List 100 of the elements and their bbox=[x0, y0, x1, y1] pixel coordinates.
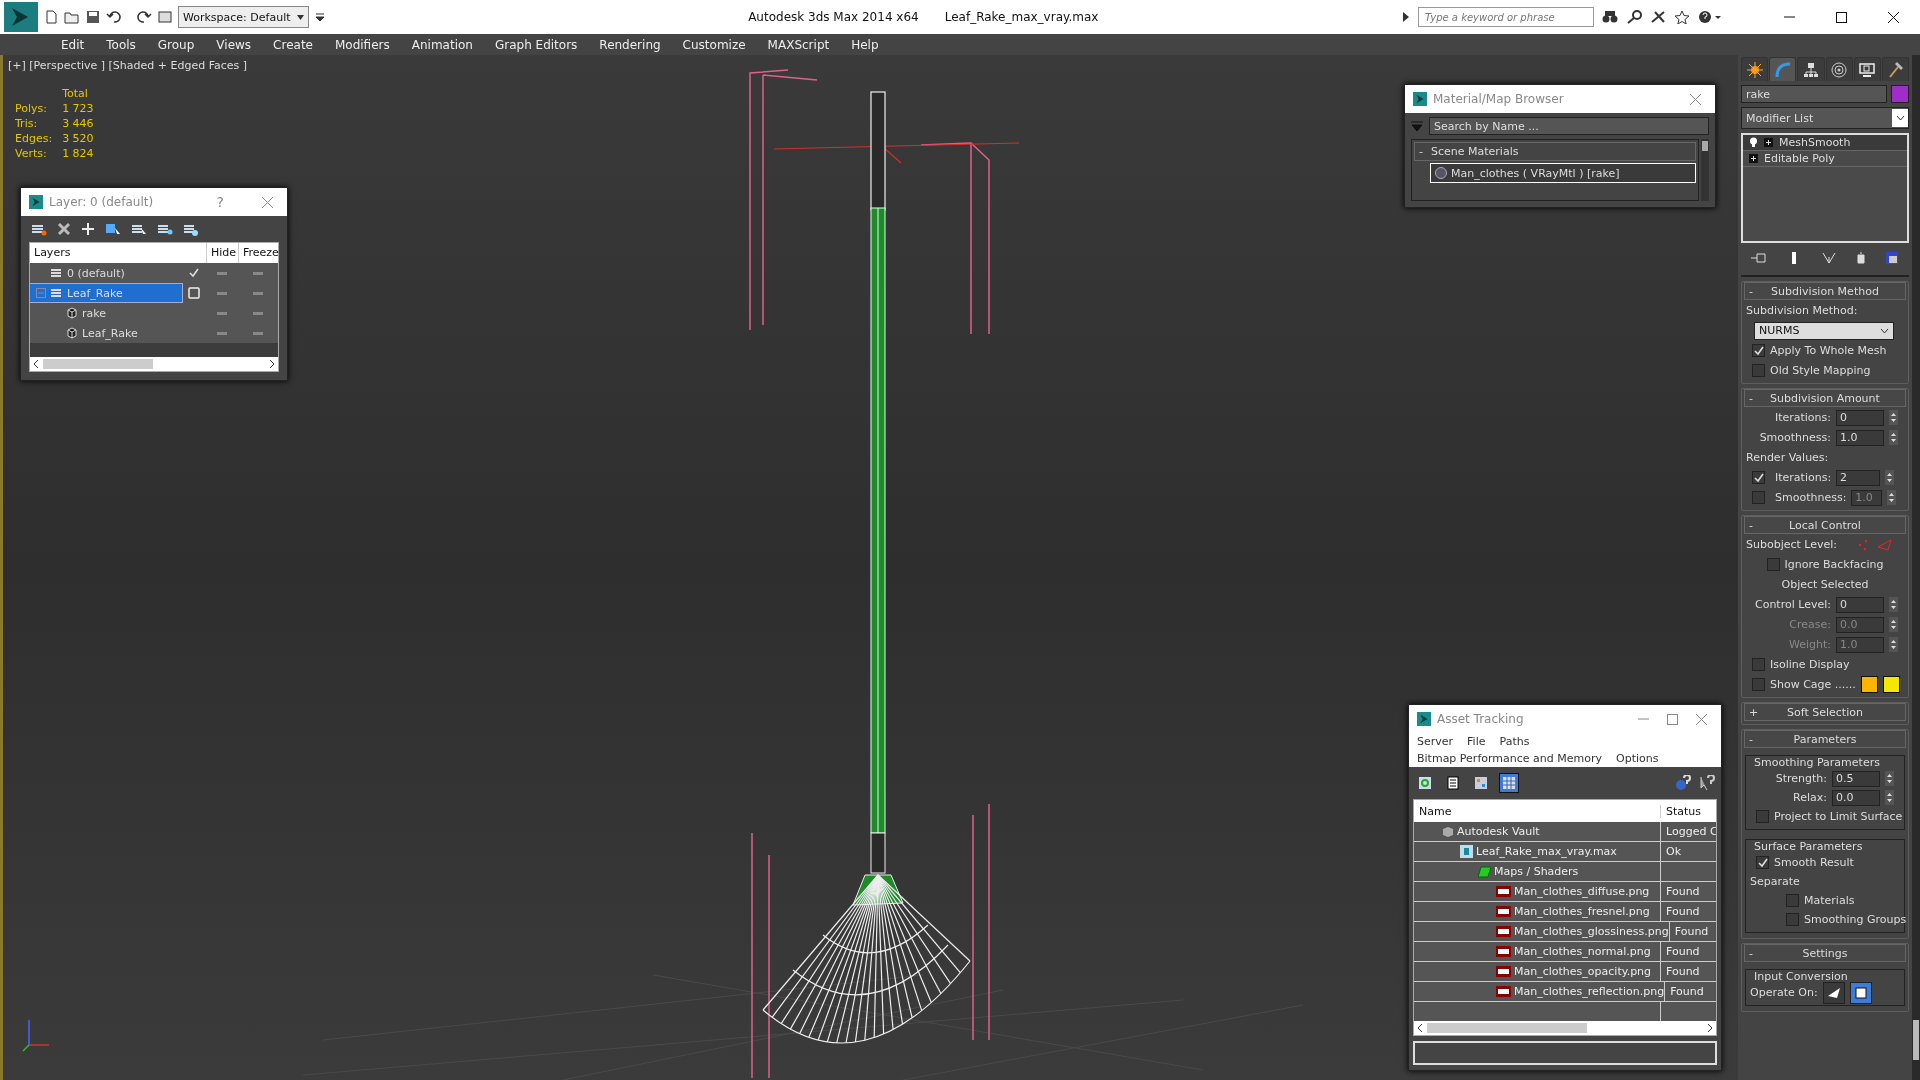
cage-swatch[interactable] bbox=[1882, 676, 1900, 693]
menu-item[interactable]: Graph Editors bbox=[483, 37, 589, 52]
expand-arrow-icon[interactable] bbox=[1402, 10, 1410, 24]
help-button[interactable]: ? bbox=[210, 194, 230, 210]
spinner-arrows-icon[interactable] bbox=[1889, 430, 1898, 445]
spinner-arrows-icon[interactable] bbox=[1889, 597, 1898, 612]
empty-square-icon[interactable] bbox=[188, 287, 200, 299]
dropdown-arrow-icon[interactable] bbox=[314, 10, 325, 24]
project-folder-icon[interactable] bbox=[158, 10, 172, 24]
fork-icon[interactable] bbox=[1822, 252, 1836, 264]
spinner-field[interactable]: 0.0 bbox=[1832, 789, 1880, 806]
cube-cursor-icon[interactable] bbox=[105, 222, 121, 236]
scrollbar-thumb[interactable] bbox=[1913, 1020, 1919, 1060]
toolbar-button[interactable] bbox=[1499, 773, 1519, 793]
spinner-field[interactable]: 2 bbox=[1836, 469, 1881, 486]
stacked-layers-icon[interactable] bbox=[131, 222, 147, 236]
checkbox[interactable] bbox=[1756, 856, 1769, 869]
object-name-field[interactable]: rake bbox=[1741, 85, 1887, 103]
checkbox[interactable] bbox=[1752, 678, 1765, 691]
help-globe-icon[interactable] bbox=[1675, 775, 1691, 791]
help-icon[interactable] bbox=[1698, 10, 1722, 24]
menu-item[interactable]: MAXScript bbox=[756, 37, 841, 52]
star-icon[interactable] bbox=[1674, 10, 1690, 24]
column-header[interactable]: Name bbox=[1414, 804, 1660, 818]
new-file-icon[interactable] bbox=[44, 10, 58, 24]
method-dropdown[interactable]: NURMS bbox=[1754, 321, 1894, 340]
group-header[interactable]: - Scene Materials bbox=[1414, 142, 1696, 161]
checkbox[interactable] bbox=[1756, 810, 1769, 823]
layer-row[interactable]: Leaf_Rake bbox=[30, 284, 182, 302]
checkbox[interactable] bbox=[1752, 364, 1765, 377]
spinner-arrows-icon[interactable] bbox=[1889, 617, 1898, 632]
plus-icon[interactable] bbox=[81, 222, 95, 236]
configure-icon[interactable] bbox=[1885, 251, 1900, 265]
menu-item[interactable]: Tools bbox=[95, 37, 147, 52]
menu-item[interactable]: Server bbox=[1417, 735, 1454, 748]
menu-item[interactable]: Bitmap Performance and Memory bbox=[1417, 752, 1602, 765]
menu-item[interactable]: Modifiers bbox=[323, 37, 401, 52]
app-logo-icon[interactable] bbox=[4, 2, 38, 32]
object-color-swatch[interactable] bbox=[1891, 85, 1909, 103]
checkbox[interactable] bbox=[1752, 471, 1765, 484]
stacked-layers-icon[interactable] bbox=[157, 222, 173, 236]
spinner-arrows-icon[interactable] bbox=[1889, 637, 1898, 652]
menu-item[interactable]: Views bbox=[205, 37, 263, 52]
rollout-header[interactable]: - Settings bbox=[1744, 944, 1906, 962]
x-icon[interactable] bbox=[57, 222, 71, 236]
save-icon[interactable] bbox=[86, 10, 100, 24]
panel-tab[interactable] bbox=[1741, 57, 1769, 81]
checkbox[interactable] bbox=[1786, 894, 1799, 907]
rollout-header[interactable]: - Parameters bbox=[1744, 730, 1906, 748]
checkbox[interactable] bbox=[1766, 558, 1780, 571]
checkbox[interactable] bbox=[1752, 344, 1765, 357]
polygon-button[interactable] bbox=[1849, 981, 1872, 1004]
help-cursor-icon[interactable] bbox=[1699, 775, 1715, 791]
scrollbar-thumb[interactable] bbox=[1702, 141, 1708, 151]
menu-item[interactable]: Help bbox=[840, 37, 890, 52]
binoculars-icon[interactable] bbox=[1602, 10, 1618, 24]
open-folder-icon[interactable] bbox=[64, 10, 80, 24]
cage-swatch[interactable] bbox=[1860, 676, 1878, 693]
menu-item[interactable]: File bbox=[1467, 735, 1486, 748]
checkbox[interactable] bbox=[1752, 658, 1765, 671]
modifier-list-dropdown[interactable]: Modifier List bbox=[1741, 107, 1909, 129]
column-header[interactable]: Status bbox=[1660, 804, 1716, 818]
stacked-layers-icon[interactable] bbox=[183, 222, 199, 236]
menu-item[interactable]: Create bbox=[262, 37, 324, 52]
path-field[interactable] bbox=[1413, 1041, 1717, 1065]
search-field[interactable]: Search by Name ... bbox=[1429, 117, 1709, 135]
spinner-field[interactable]: 1.0 bbox=[1836, 429, 1884, 446]
panel-tab[interactable] bbox=[1881, 57, 1910, 81]
menu-item[interactable]: Customize bbox=[671, 37, 757, 52]
expand-icon[interactable] bbox=[1764, 138, 1773, 147]
light-bulb-icon[interactable] bbox=[1749, 137, 1758, 148]
spinner-arrows-icon[interactable] bbox=[1885, 771, 1894, 786]
panel-tab[interactable] bbox=[1853, 57, 1881, 81]
menu-item[interactable]: Rendering bbox=[588, 37, 672, 52]
triangle-button[interactable] bbox=[1822, 981, 1845, 1004]
spinner-field[interactable]: 0.5 bbox=[1832, 770, 1880, 787]
pin-icon[interactable] bbox=[1750, 252, 1767, 264]
scrollbar-thumb[interactable] bbox=[43, 359, 153, 369]
panel-tab[interactable] bbox=[1797, 57, 1825, 81]
trash-icon[interactable] bbox=[1855, 252, 1866, 264]
checkbox[interactable] bbox=[1786, 913, 1799, 926]
expand-icon[interactable] bbox=[1749, 154, 1758, 163]
modifier-stack-item[interactable]: Editable Poly bbox=[1743, 151, 1907, 167]
menu-item[interactable]: Animation bbox=[400, 37, 484, 52]
checkmark-icon[interactable] bbox=[188, 267, 200, 279]
panel-tab[interactable] bbox=[1825, 57, 1853, 81]
rollout-header[interactable]: + Soft Selection bbox=[1744, 703, 1906, 721]
spinner-arrows-icon[interactable] bbox=[1885, 790, 1894, 805]
rollout-header[interactable]: - Local Control bbox=[1744, 516, 1906, 534]
stacked-layers-icon[interactable] bbox=[31, 222, 47, 236]
scrollbar-thumb[interactable] bbox=[1427, 1023, 1587, 1033]
rollout-header[interactable]: - Subdivision Method bbox=[1744, 282, 1906, 300]
spinner-field[interactable]: 0 bbox=[1836, 596, 1884, 613]
spinner-arrows-icon[interactable] bbox=[1889, 410, 1898, 425]
menu-item[interactable]: Options bbox=[1616, 752, 1659, 765]
rollout-header[interactable]: - Subdivision Amount bbox=[1744, 389, 1906, 407]
spinner-arrows-icon[interactable] bbox=[1887, 490, 1897, 505]
menu-item[interactable]: Edit bbox=[50, 37, 96, 52]
spinner-field[interactable]: 0 bbox=[1836, 409, 1884, 426]
column-header[interactable]: Layers bbox=[30, 243, 182, 263]
